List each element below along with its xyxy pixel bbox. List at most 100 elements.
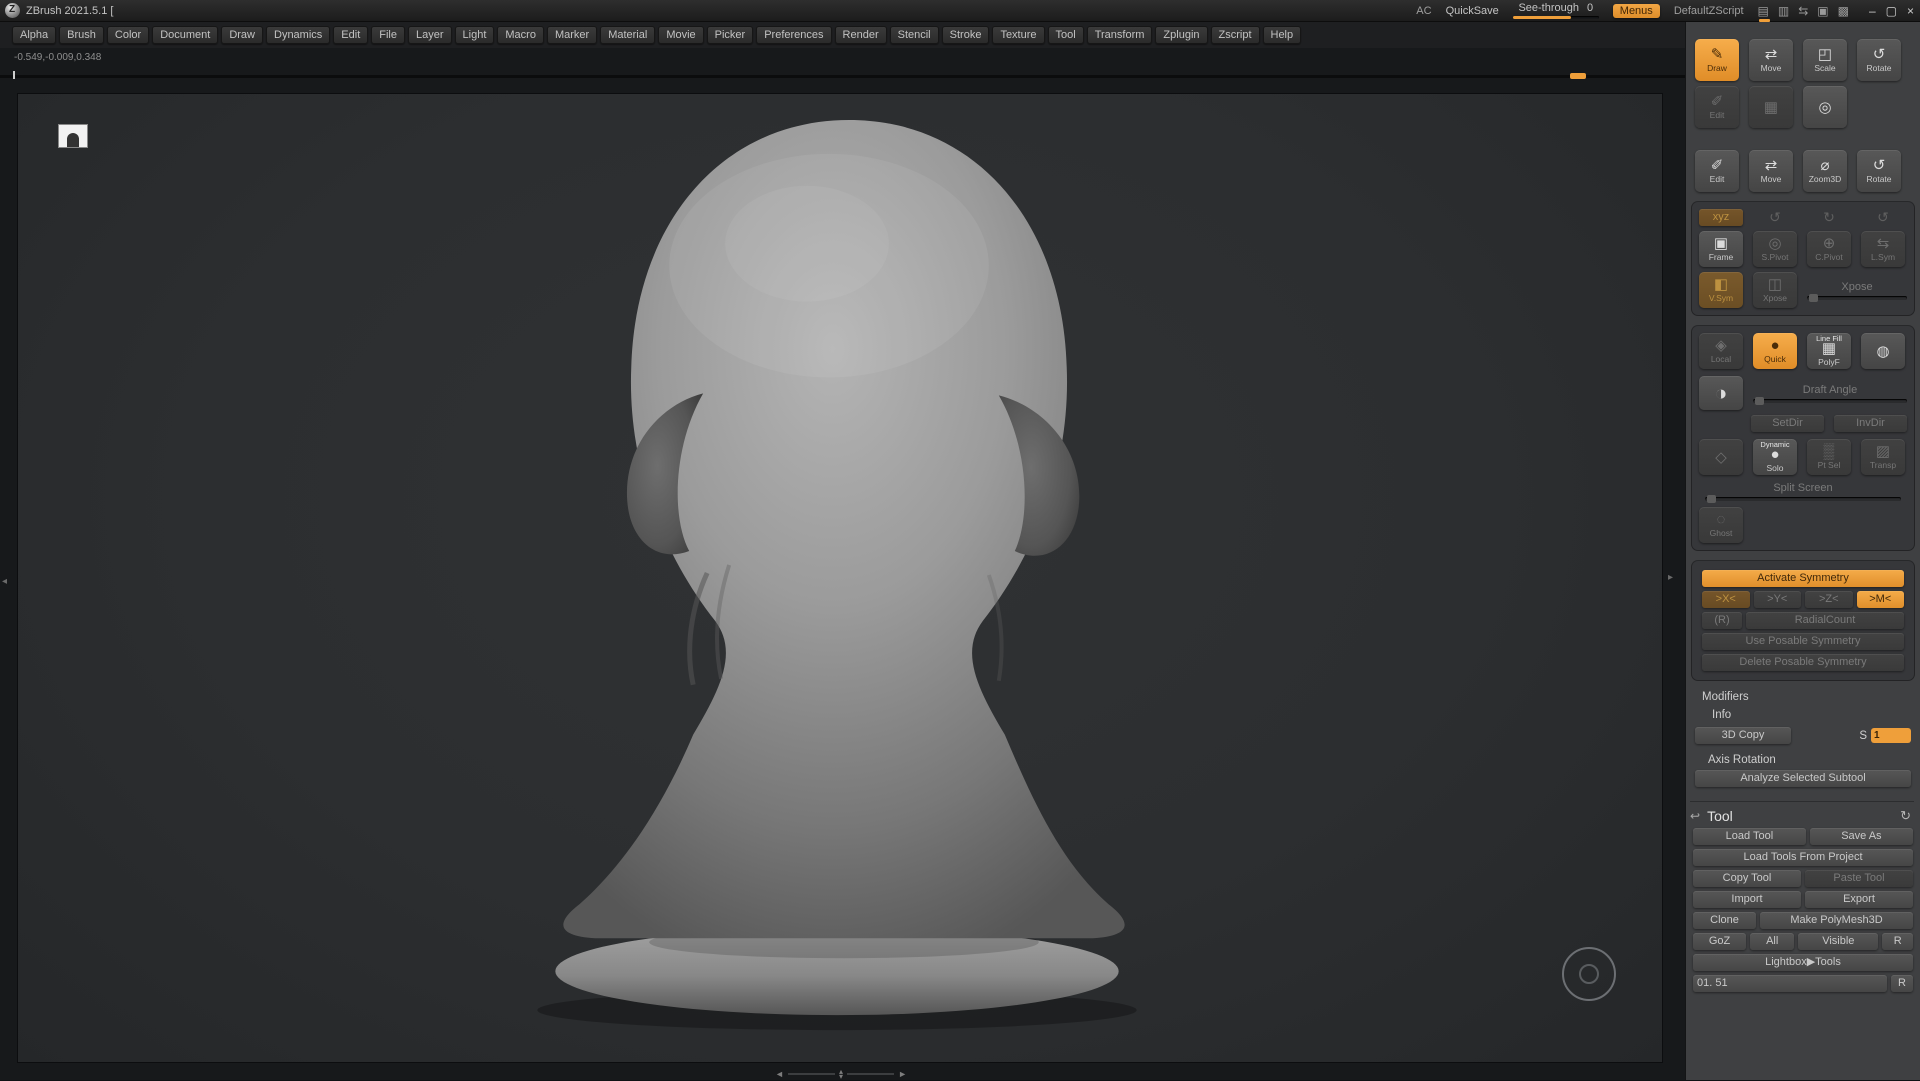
- rotate-mode-button[interactable]: ↺ Rotate: [1857, 39, 1901, 81]
- palette-dock-icon[interactable]: ▥: [1778, 4, 1789, 18]
- transparency-button[interactable]: ▨ Transp: [1861, 439, 1905, 475]
- menu-stencil[interactable]: Stencil: [889, 26, 939, 44]
- analyze-subtool-button[interactable]: Analyze Selected Subtool: [1695, 770, 1911, 787]
- menu-edit[interactable]: Edit: [333, 26, 369, 44]
- symmetry-x-button[interactable]: >X<: [1702, 591, 1750, 608]
- symmetry-z-button[interactable]: >Z<: [1805, 591, 1853, 608]
- current-tool-r-button[interactable]: R: [1891, 975, 1913, 992]
- canvas-horizontal-scrollbar[interactable]: ◄ ▴ ▾ ►: [775, 1068, 907, 1081]
- frame-button[interactable]: ▣ Frame: [1699, 231, 1743, 267]
- clear-pivot-button[interactable]: ⊕ C.Pivot: [1807, 231, 1851, 267]
- symmetry-y-button[interactable]: >Y<: [1753, 591, 1801, 608]
- menu-preferences[interactable]: Preferences: [756, 26, 832, 44]
- gyro-edit-button[interactable]: ✐ Edit: [1695, 150, 1739, 192]
- menu-file[interactable]: File: [371, 26, 405, 44]
- paste-tool-button[interactable]: Paste Tool: [1805, 870, 1913, 887]
- palette-cycle-icon[interactable]: ↻: [1900, 808, 1911, 824]
- scroll-down-icon[interactable]: ▾: [839, 1073, 843, 1081]
- layout-icon[interactable]: ▤: [1758, 4, 1770, 22]
- view-symmetry-button[interactable]: ◧ V.Sym: [1699, 272, 1743, 308]
- divider-icon[interactable]: ▣: [1817, 4, 1828, 18]
- rotate-x-icon[interactable]: ↺: [1753, 209, 1797, 226]
- menu-layer[interactable]: Layer: [408, 26, 452, 44]
- local-transform-button[interactable]: ◈ Local: [1699, 333, 1743, 369]
- menu-material[interactable]: Material: [600, 26, 656, 44]
- scroll-left-icon[interactable]: ◄: [775, 1069, 784, 1079]
- current-tool-item[interactable]: 01. 51: [1693, 975, 1887, 992]
- sculpt-head-model[interactable]: [18, 94, 1662, 1062]
- local-symmetry-button[interactable]: ⇆ L.Sym: [1861, 231, 1905, 267]
- menu-brush[interactable]: Brush: [59, 26, 104, 44]
- copy-tool-button[interactable]: Copy Tool: [1693, 870, 1801, 887]
- radial-count-slider[interactable]: RadialCount: [1746, 612, 1904, 629]
- default-zscript-button[interactable]: DefaultZScript: [1674, 5, 1744, 17]
- cube-view-button[interactable]: ◇: [1699, 439, 1743, 475]
- menu-marker[interactable]: Marker: [546, 26, 598, 44]
- goz-visible-button[interactable]: Visible: [1798, 933, 1879, 950]
- scroll-right-icon[interactable]: ►: [898, 1069, 907, 1079]
- rotate-z-icon[interactable]: ↺: [1861, 209, 1905, 226]
- load-tools-from-project-button[interactable]: Load Tools From Project: [1693, 849, 1913, 866]
- swap-columns-icon[interactable]: ⇆: [1798, 4, 1808, 18]
- ghost-transparency-button[interactable]: ◌ Ghost: [1699, 507, 1743, 543]
- use-posable-symmetry-button[interactable]: Use Posable Symmetry: [1702, 633, 1904, 650]
- move-mode-button[interactable]: ⇄ Move: [1749, 39, 1793, 81]
- clone-button[interactable]: Clone: [1693, 912, 1756, 929]
- draft-angle-slider[interactable]: Draft Angle: [1753, 384, 1907, 405]
- xpose-amount-slider[interactable]: Xpose: [1807, 281, 1907, 302]
- zoom3d-button[interactable]: ⌀ Zoom3D: [1803, 150, 1847, 192]
- canvas-document[interactable]: [17, 93, 1663, 1063]
- delete-posable-symmetry-button[interactable]: Delete Posable Symmetry: [1702, 654, 1904, 671]
- point-select-button[interactable]: ▒ Pt Sel: [1807, 439, 1851, 475]
- s-value-field[interactable]: 1: [1871, 728, 1911, 743]
- setdir-button[interactable]: SetDir: [1751, 415, 1824, 432]
- document-thumbnail[interactable]: [58, 124, 88, 148]
- timeline-handle[interactable]: [1570, 73, 1586, 79]
- goz-r-button[interactable]: R: [1882, 933, 1913, 950]
- maximize-button[interactable]: ▢: [1886, 4, 1897, 18]
- menu-light[interactable]: Light: [454, 26, 495, 44]
- menu-zscript[interactable]: Zscript: [1210, 26, 1260, 44]
- menu-movie[interactable]: Movie: [658, 26, 704, 44]
- xyz-button[interactable]: xyz: [1699, 209, 1743, 226]
- menu-macro[interactable]: Macro: [497, 26, 544, 44]
- make-polymesh3d-button[interactable]: Make PolyMesh3D: [1760, 912, 1913, 929]
- set-pivot-button[interactable]: ◎ S.Pivot: [1753, 231, 1797, 267]
- grid-icon[interactable]: ▩: [1838, 4, 1849, 18]
- goz-button[interactable]: GoZ: [1693, 933, 1747, 950]
- lightbox-tools-button[interactable]: Lightbox▶Tools: [1693, 954, 1913, 971]
- menu-zplugin[interactable]: Zplugin: [1155, 26, 1208, 44]
- import-button[interactable]: Import: [1693, 891, 1801, 908]
- export-button[interactable]: Export: [1805, 891, 1913, 908]
- menu-alpha[interactable]: Alpha: [12, 26, 57, 44]
- menu-render[interactable]: Render: [834, 26, 887, 44]
- menu-tool[interactable]: Tool: [1047, 26, 1084, 44]
- invdir-button[interactable]: InvDir: [1834, 415, 1907, 432]
- canvas-scroll-right-icon[interactable]: ▸: [1668, 572, 1673, 583]
- menu-help[interactable]: Help: [1262, 26, 1302, 44]
- menus-button[interactable]: Menus: [1612, 3, 1660, 18]
- quicksave-button[interactable]: QuickSave: [1446, 5, 1499, 17]
- activate-symmetry-button[interactable]: Activate Symmetry: [1702, 570, 1904, 587]
- minimize-button[interactable]: –: [1869, 4, 1876, 18]
- close-button[interactable]: ×: [1907, 4, 1914, 18]
- menu-draw[interactable]: Draw: [221, 26, 263, 44]
- see-through-slider[interactable]: See-through 0: [1512, 2, 1599, 19]
- menu-dynamics[interactable]: Dynamics: [266, 26, 331, 44]
- menu-transform[interactable]: Transform: [1086, 26, 1153, 44]
- solo-button[interactable]: Dynamic ● Solo: [1753, 439, 1797, 475]
- goz-all-button[interactable]: All: [1750, 933, 1795, 950]
- backface-mask-button[interactable]: ◑: [1699, 376, 1743, 410]
- split-screen-slider[interactable]: Split Screen: [1705, 482, 1901, 503]
- menu-picker[interactable]: Picker: [706, 26, 754, 44]
- rotate-y-icon[interactable]: ↻: [1807, 209, 1851, 226]
- menu-color[interactable]: Color: [106, 26, 150, 44]
- nav-sphere[interactable]: [1562, 947, 1616, 1001]
- radial-symmetry-button[interactable]: (R): [1702, 612, 1742, 629]
- camera-button[interactable]: ◎: [1803, 86, 1847, 128]
- polyframe-button[interactable]: Line Fill ▦ PolyF: [1807, 333, 1851, 369]
- scale-mode-button[interactable]: ◰ Scale: [1803, 39, 1847, 81]
- menu-document[interactable]: Document: [152, 26, 219, 44]
- palette-detach-icon[interactable]: ↩: [1690, 809, 1700, 823]
- perspective-button[interactable]: ◍: [1861, 333, 1905, 369]
